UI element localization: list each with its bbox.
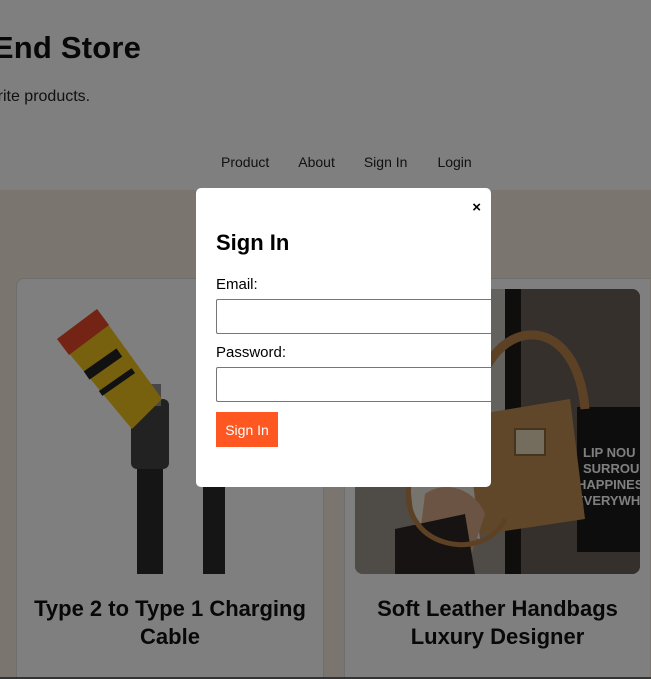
modal-title: Sign In — [216, 230, 290, 255]
sign-in-modal: × Sign In Email: Password: Sign In — [196, 188, 491, 487]
email-label: Email: — [216, 276, 258, 293]
email-field[interactable] — [216, 299, 491, 334]
page: BackEnd Store Shop your favorite product… — [0, 0, 651, 679]
password-label: Password: — [216, 344, 287, 361]
sign-in-button[interactable]: Sign In — [216, 412, 278, 447]
password-field[interactable] — [216, 367, 491, 402]
close-icon[interactable]: × — [472, 200, 481, 215]
